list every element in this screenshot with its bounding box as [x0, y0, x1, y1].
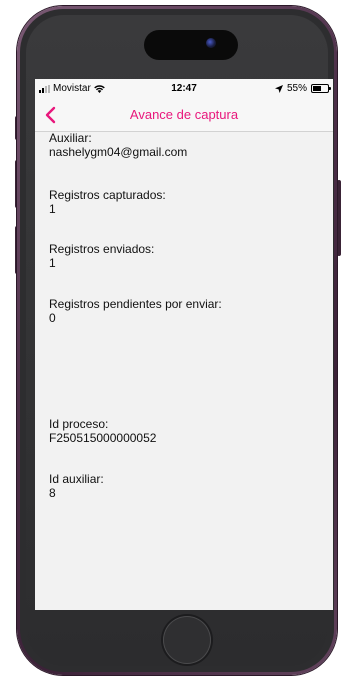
battery-icon [311, 84, 331, 93]
field-registros-capturados: Registros capturados: 1 [49, 188, 166, 216]
power-button [337, 180, 341, 256]
status-right: 55% [274, 83, 331, 94]
field-registros-enviados: Registros enviados: 1 [49, 242, 154, 270]
field-value: nashelygm04@gmail.com [49, 145, 188, 159]
battery-percent: 55% [286, 83, 307, 94]
app-screen: Movistar 12:47 55% Avance de captura Aux… [35, 79, 333, 610]
camera-icon [206, 38, 216, 48]
navigation-bar: Avance de captura [35, 99, 333, 132]
field-label: Registros pendientes por enviar: [49, 297, 222, 311]
field-label: Id proceso: [49, 417, 109, 431]
location-arrow-icon [274, 84, 283, 93]
page-title: Avance de captura [129, 107, 239, 122]
field-value: 1 [49, 256, 56, 270]
field-label: Registros enviados: [49, 242, 155, 256]
field-id-proceso: Id proceso: F250515000000052 [49, 417, 156, 445]
field-value: 8 [49, 486, 56, 500]
home-button[interactable] [163, 616, 211, 664]
battery-level-fill [313, 86, 321, 91]
field-label: Auxiliar: [49, 131, 92, 145]
field-auxiliar: Auxiliar: nashelygm04@gmail.com [49, 131, 187, 159]
status-bar: Movistar 12:47 55% [35, 79, 333, 99]
field-value: 1 [49, 202, 56, 216]
field-id-auxiliar: Id auxiliar: 8 [49, 472, 104, 500]
field-label: Registros capturados: [49, 188, 166, 202]
phone-mockup: Movistar 12:47 55% Avance de captura Aux… [0, 0, 355, 681]
field-label: Id auxiliar: [49, 472, 104, 486]
earpiece-bar [144, 30, 238, 60]
field-value: 0 [49, 311, 56, 325]
field-value: F250515000000052 [49, 431, 157, 445]
field-registros-pendientes: Registros pendientes por enviar: 0 [49, 297, 222, 325]
